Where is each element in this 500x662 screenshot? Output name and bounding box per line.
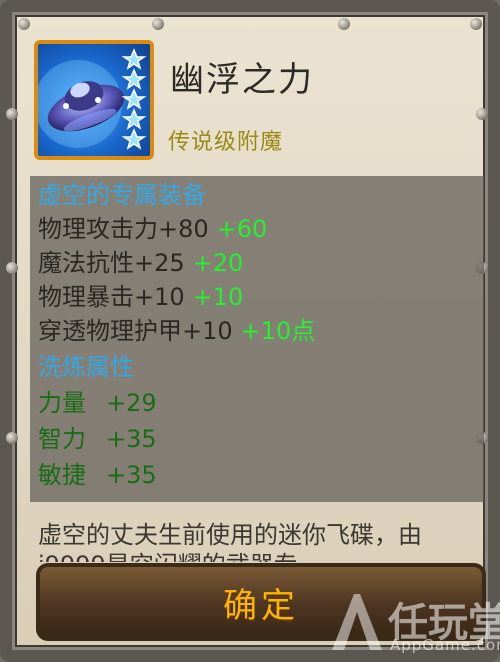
stat-bonus: +20 xyxy=(192,249,244,277)
stat-label: 魔法抗性+25 xyxy=(38,249,185,277)
refine-header: 洗炼属性 xyxy=(38,353,134,381)
stat-bonus: +10点 xyxy=(240,317,316,345)
rivet xyxy=(6,262,18,274)
stats-box: 虚空的专属装备 物理攻击力+80 +60 魔法抗性+25 +20 物理暴击+10 +1… xyxy=(30,176,484,502)
refine-line: 力量 +29 xyxy=(38,388,157,418)
rivet xyxy=(152,18,164,30)
item-detail-panel: 幽浮之力 传说级附魔 虚空的专属装备 物理攻击力+80 +60 魔法抗性+25 +2… xyxy=(0,0,500,662)
stat-bonus: +10 xyxy=(192,283,244,311)
stat-label: 穿透物理护甲+10 xyxy=(38,317,233,345)
stat-line: 穿透物理护甲+10 +10点 xyxy=(38,316,315,346)
rivet xyxy=(18,18,30,30)
ufo-icon xyxy=(34,40,154,160)
refine-label: 力量 xyxy=(38,389,86,417)
confirm-button-label: 确定 xyxy=(223,585,299,626)
rivet xyxy=(6,108,18,120)
refine-label: 智力 xyxy=(38,425,86,453)
ufo-icon-graphic xyxy=(38,48,147,150)
item-title: 幽浮之力 xyxy=(170,60,314,100)
stat-line: 魔法抗性+25 +20 xyxy=(38,248,243,278)
appgame-logo-icon xyxy=(332,594,382,650)
watermark-subtitle: AppGame.com xyxy=(390,636,500,654)
stat-line: 物理暴击+10 +10 xyxy=(38,282,243,312)
exclusive-header: 虚空的专属装备 xyxy=(38,181,206,209)
rivet xyxy=(470,18,482,30)
stat-label: 物理攻击力+80 xyxy=(38,215,209,243)
rivet xyxy=(476,108,488,120)
refine-label: 敏捷 xyxy=(38,461,86,489)
refine-line: 敏捷 +35 xyxy=(38,460,157,490)
refine-value: +35 xyxy=(106,425,157,453)
watermark: 任玩堂 AppGame.com xyxy=(330,590,500,660)
refine-value: +35 xyxy=(106,461,157,489)
rivet xyxy=(338,18,350,30)
item-rarity: 传说级附魔 xyxy=(168,130,284,155)
rivet xyxy=(6,432,18,444)
item-description: 虚空的丈夫生前使用的迷你飞碟，由i9999星空闪耀的武器专 xyxy=(38,521,422,562)
refine-line: 智力 +35 xyxy=(38,424,157,454)
stat-label: 物理暴击+10 xyxy=(38,283,185,311)
stat-line: 物理攻击力+80 +60 xyxy=(38,214,267,244)
refine-value: +29 xyxy=(106,389,157,417)
stat-bonus: +60 xyxy=(216,215,268,243)
